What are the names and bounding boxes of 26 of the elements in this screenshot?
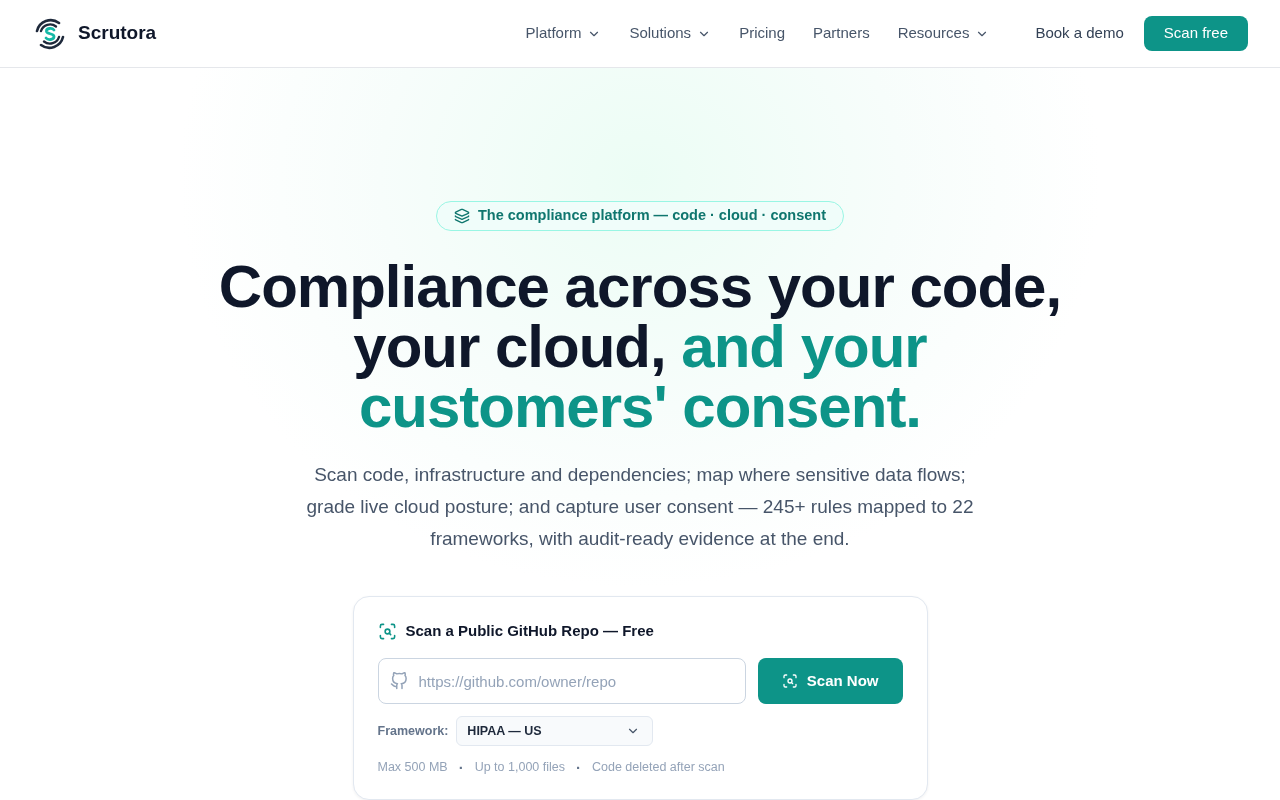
nav-link[interactable]: Resources	[897, 22, 990, 45]
separator: ·	[576, 759, 581, 776]
scan-free-button[interactable]: Scan free	[1143, 16, 1248, 51]
scan-limit-note: Code deleted after scan	[592, 759, 725, 777]
tagline-text: The compliance platform — code · cloud · consent	[477, 206, 826, 225]
nav-link[interactable]: Pricing	[739, 22, 785, 45]
scan-limit-note: Up to 1,000 files	[474, 759, 565, 777]
brand-name[interactable]: Scrutora	[78, 19, 157, 48]
nav-link[interactable]: Solutions	[629, 22, 712, 45]
scan-icon	[377, 621, 397, 641]
logo-icon	[35, 17, 65, 50]
separator: ·	[458, 759, 464, 776]
card-title: Scan a Public GitHub Repo — Free	[405, 620, 654, 641]
github-icon	[389, 672, 408, 691]
scan-now-button[interactable]: Scan Now	[757, 658, 903, 705]
hero-headline: Compliance across your code, your cloud, and your customers' consent.	[218, 256, 1062, 437]
layers-icon	[453, 207, 470, 224]
nav-link[interactable]: Platform	[525, 22, 602, 45]
scan-icon	[781, 673, 798, 690]
book-demo-link[interactable]: Book a demo	[1035, 22, 1124, 45]
nav-link[interactable]: Partners	[813, 22, 870, 45]
framework-label: Framework:	[377, 722, 449, 740]
hero-description: Scan code, infrastructure and dependencies; map where sensitive data flows; grade live cloud posture; and capture user consent — 245+ rules mapped to 22 frameworks, with audit-ready evidence at the end.	[305, 462, 975, 551]
framework-select[interactable]: HIPAA — US	[456, 716, 654, 747]
repo-url-input[interactable]: https://github.com/owner/repo	[377, 658, 746, 705]
scan-limit-note: Max 500 MB	[377, 759, 448, 777]
